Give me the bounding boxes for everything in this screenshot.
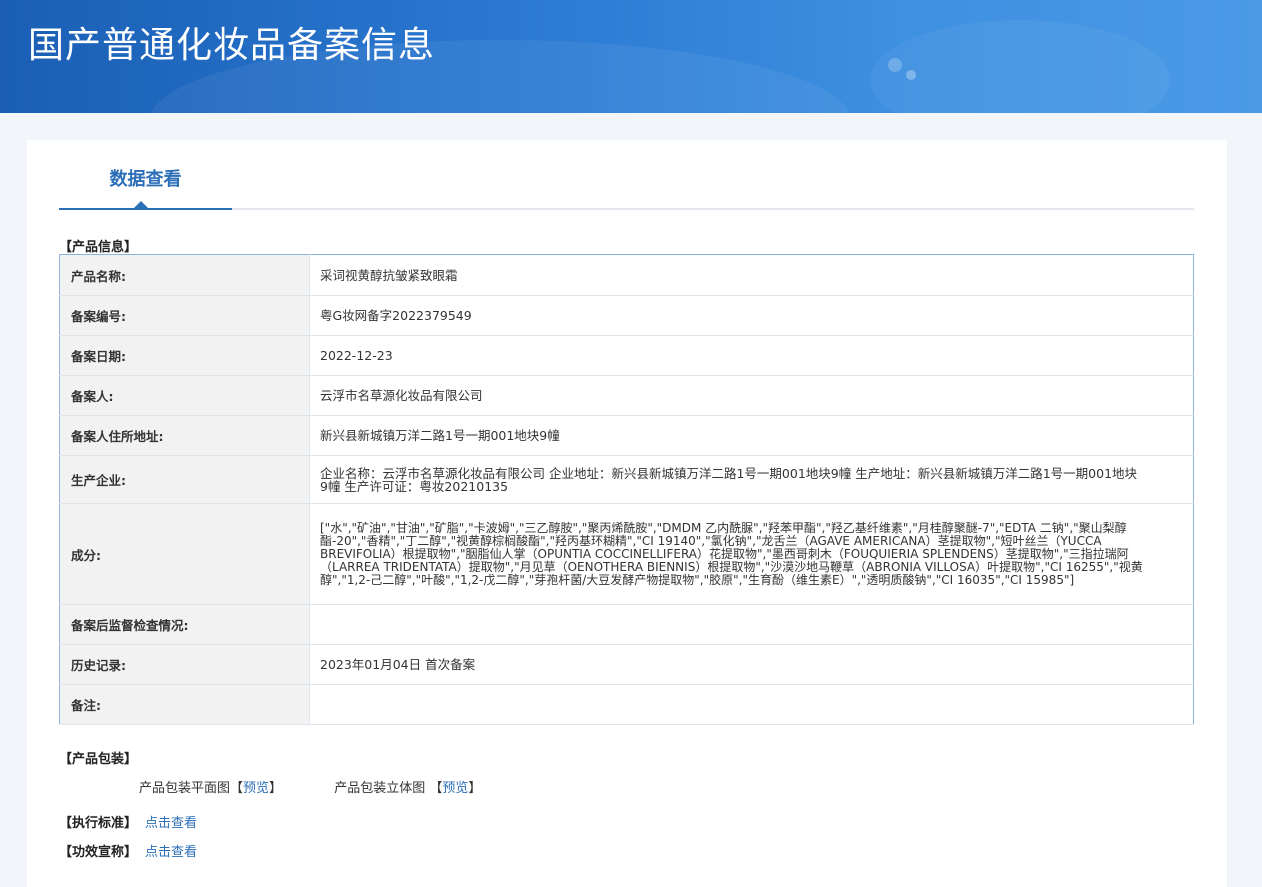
row-key: 生产企业: (59, 455, 310, 504)
page-title: 国产普通化妆品备案信息 (28, 25, 436, 66)
row-value: 采词视黄醇抗皱紧致眼霜 (309, 254, 1194, 296)
row-value: 云浮市名草源化妆品有限公司 (309, 375, 1194, 416)
tab-data-view[interactable]: 数据查看 (59, 140, 232, 210)
table-row: 成分: ["水","矿油","甘油","矿脂","卡波姆","三乙醇胺","聚丙… (59, 503, 1194, 605)
row-value: 企业名称：云浮市名草源化妆品有限公司 企业地址：新兴县新城镇万洋二路1号一期00… (309, 455, 1194, 504)
efficacy-view-link[interactable]: 点击查看 (145, 845, 197, 860)
table-row: 备注: (59, 684, 1194, 725)
bracket: 【 (230, 781, 244, 796)
banner-decoration (870, 20, 1170, 113)
row-key: 备案人住所地址: (59, 415, 310, 456)
tab-indicator-arrow (134, 201, 148, 208)
content-panel: 数据查看 【产品信息】 产品名称: 采词视黄醇抗皱紧致眼霜 备案编号: 粤G妆网… (27, 140, 1227, 887)
preview-solid-link[interactable]: 预览 (442, 781, 468, 796)
row-value (309, 684, 1194, 725)
row-key: 历史记录: (59, 644, 310, 685)
packaging-solid-label: 产品包装立体图 (334, 781, 426, 796)
preview-flat-link[interactable]: 预览 (243, 781, 269, 796)
product-info-table: 产品名称: 采词视黄醇抗皱紧致眼霜 备案编号: 粤G妆网备字2022379549… (59, 254, 1194, 725)
table-row: 备案人住所地址: 新兴县新城镇万洋二路1号一期001地块9幢 (59, 415, 1194, 456)
efficacy-section: 【功效宣称】 点击查看 (59, 841, 197, 860)
standard-view-link[interactable]: 点击查看 (145, 816, 197, 831)
table-row: 备案日期: 2022-12-23 (59, 335, 1194, 376)
row-key: 备注: (59, 684, 310, 725)
banner-dot (888, 58, 902, 72)
tab-label: 数据查看 (109, 169, 182, 190)
section-title-product-info: 【产品信息】 (59, 240, 138, 255)
row-value-ingredients: ["水","矿油","甘油","矿脂","卡波姆","三乙醇胺","聚丙烯酰胺"… (309, 503, 1194, 605)
row-key: 产品名称: (59, 254, 310, 296)
header-banner: 国产普通化妆品备案信息 (0, 0, 1262, 113)
standard-section: 【执行标准】 点击查看 (59, 812, 197, 831)
packaging-solid: 产品包装立体图 【预览】 (334, 777, 481, 796)
packaging-flat: 产品包装平面图【预览】 (139, 777, 282, 796)
bracket: 【 (429, 781, 443, 796)
row-key: 备案人: (59, 375, 310, 416)
table-row: 备案人: 云浮市名草源化妆品有限公司 (59, 375, 1194, 416)
section-title-packaging: 【产品包装】 (59, 752, 138, 767)
row-value: 2022-12-23 (309, 335, 1194, 376)
table-row: 产品名称: 采词视黄醇抗皱紧致眼霜 (59, 254, 1194, 296)
table-row: 生产企业: 企业名称：云浮市名草源化妆品有限公司 企业地址：新兴县新城镇万洋二路… (59, 455, 1194, 504)
bracket: 】 (468, 781, 482, 796)
row-key: 备案日期: (59, 335, 310, 376)
table-row: 备案编号: 粤G妆网备字2022379549 (59, 295, 1194, 336)
packaging-row: 产品包装平面图【预览】 产品包装立体图 【预览】 (139, 777, 529, 796)
row-value (309, 604, 1194, 645)
row-value: 新兴县新城镇万洋二路1号一期001地块9幢 (309, 415, 1194, 456)
row-value: 粤G妆网备字2022379549 (309, 295, 1194, 336)
bracket: 】 (269, 781, 283, 796)
efficacy-label: 【功效宣称】 (59, 845, 138, 860)
row-key: 成分: (59, 503, 310, 605)
packaging-flat-label: 产品包装平面图 (139, 781, 231, 796)
row-key: 备案后监督检查情况: (59, 604, 310, 645)
table-row: 历史记录: 2023年01月04日 首次备案 (59, 644, 1194, 685)
standard-label: 【执行标准】 (59, 816, 138, 831)
banner-dot (906, 70, 916, 80)
row-value: 2023年01月04日 首次备案 (309, 644, 1194, 685)
table-row: 备案后监督检查情况: (59, 604, 1194, 645)
row-key: 备案编号: (59, 295, 310, 336)
tab-bar: 数据查看 (59, 140, 1194, 210)
